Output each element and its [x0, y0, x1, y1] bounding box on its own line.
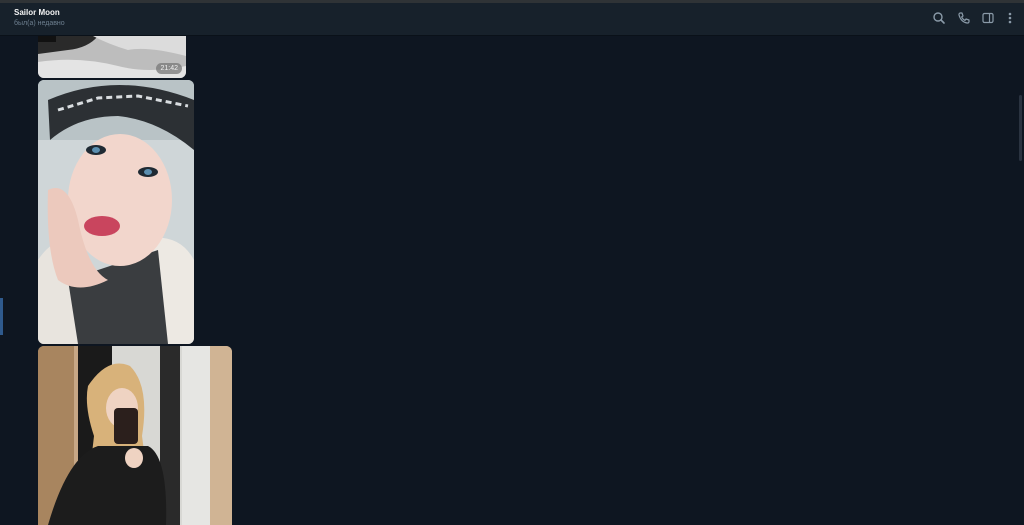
- call-button[interactable]: [956, 10, 972, 26]
- search-button[interactable]: [931, 10, 947, 26]
- chat-title[interactable]: Sailor Moon: [14, 8, 60, 17]
- more-button[interactable]: [1002, 10, 1018, 26]
- more-vertical-icon: [1008, 12, 1012, 24]
- sidebar-toggle-button[interactable]: [980, 10, 996, 26]
- photo-image: [38, 80, 194, 344]
- photo-message[interactable]: [38, 346, 232, 525]
- search-icon: [933, 12, 945, 24]
- chat-list-marker: [0, 298, 3, 335]
- sidebar-toggle-icon: [982, 12, 994, 24]
- message-time: 21:42: [156, 63, 182, 74]
- phone-icon: [958, 12, 970, 24]
- chat-header: Sailor Moon был(а) недавно: [0, 3, 1024, 36]
- photo-message[interactable]: 21:42: [38, 36, 186, 78]
- photo-message[interactable]: [38, 80, 194, 344]
- photo-image: [38, 346, 232, 525]
- chat-status: был(а) недавно: [14, 20, 65, 27]
- message-list-scrollbar[interactable]: [1019, 95, 1022, 161]
